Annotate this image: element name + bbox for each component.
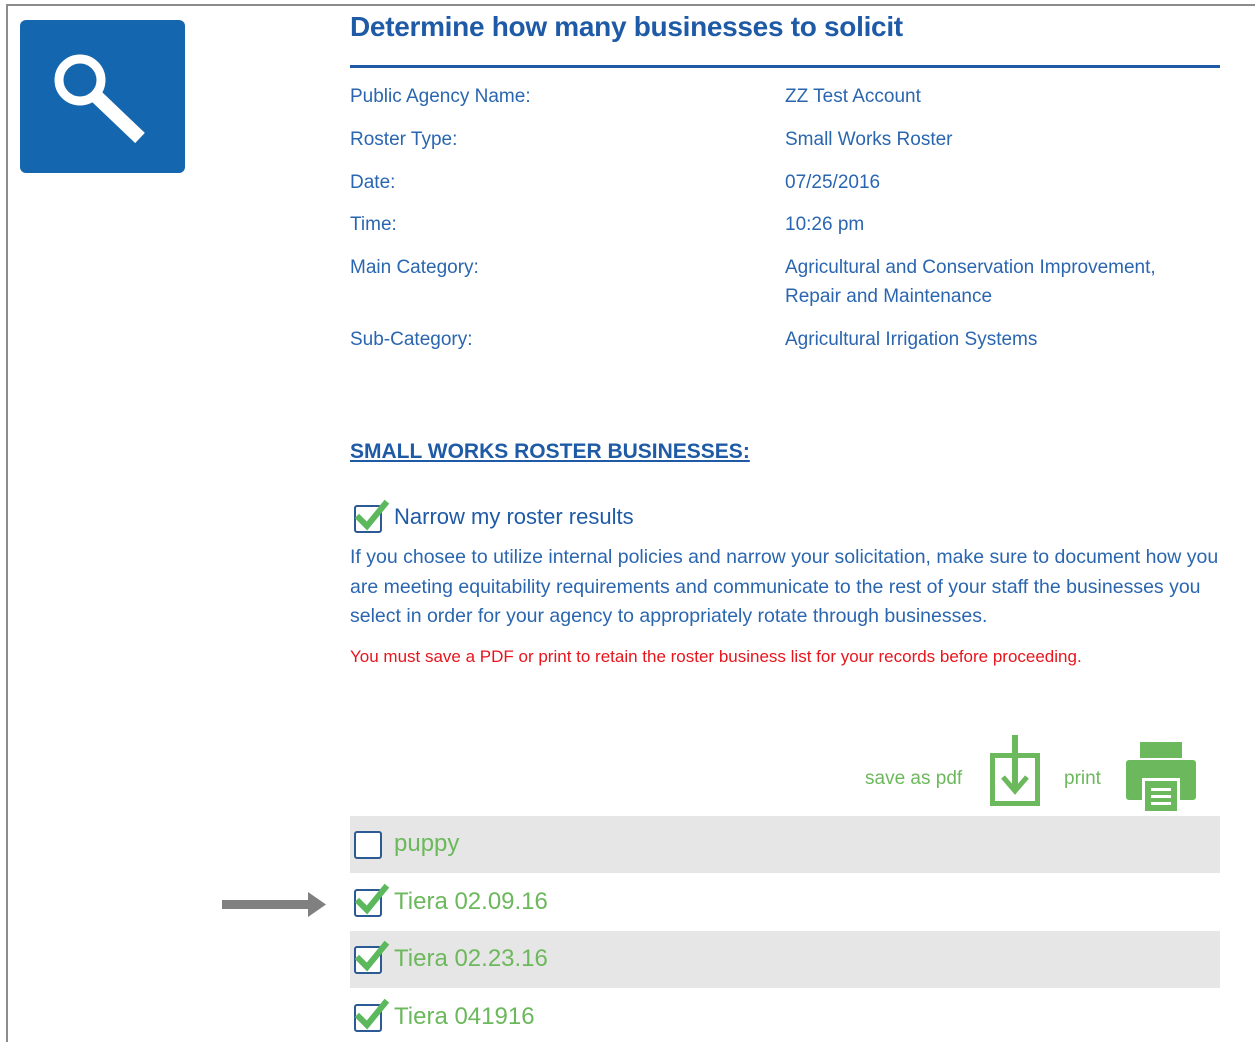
info-label: Time: bbox=[350, 214, 397, 235]
business-checkbox[interactable] bbox=[354, 940, 390, 974]
business-row[interactable]: Tiera 041916 bbox=[350, 989, 1220, 1042]
info-value: Agricultural Irrigation Systems bbox=[785, 329, 1038, 350]
checkmark-icon bbox=[354, 998, 390, 1030]
page-title: Determine how many businesses to solicit bbox=[350, 11, 903, 42]
save-pdf-link[interactable]: save as pdf bbox=[865, 768, 962, 790]
save-warning: You must save a PDF or print to retain t… bbox=[350, 647, 1082, 666]
printer-icon[interactable] bbox=[1126, 742, 1196, 814]
info-label: Public Agency Name: bbox=[350, 86, 531, 107]
business-checkbox[interactable] bbox=[354, 998, 390, 1032]
business-name: Tiera 02.23.16 bbox=[394, 945, 548, 972]
business-name: puppy bbox=[394, 830, 460, 857]
info-label: Main Category: bbox=[350, 257, 479, 278]
title-divider bbox=[350, 65, 1220, 68]
business-checkbox[interactable] bbox=[354, 883, 390, 917]
info-value: 10:26 pm bbox=[785, 214, 865, 235]
narrow-explanation: If you chosee to utilize internal polici… bbox=[350, 546, 1219, 627]
business-row[interactable]: puppy bbox=[350, 816, 1220, 873]
info-value: Agricultural and Conservation Improvemen… bbox=[785, 257, 1156, 307]
search-tile bbox=[20, 20, 185, 173]
info-value: Small Works Roster bbox=[785, 129, 953, 150]
info-label: Sub-Category: bbox=[350, 329, 473, 350]
search-icon bbox=[54, 54, 145, 144]
download-icon[interactable] bbox=[990, 735, 1042, 807]
business-checkbox[interactable] bbox=[354, 831, 382, 859]
checkmark-icon bbox=[354, 883, 390, 915]
pointer-arrow-icon bbox=[222, 892, 326, 917]
business-row[interactable]: Tiera 02.23.16 bbox=[350, 931, 1220, 988]
info-label: Roster Type: bbox=[350, 129, 458, 150]
narrow-results-label[interactable]: Narrow my roster results bbox=[394, 504, 634, 530]
print-link[interactable]: print bbox=[1064, 768, 1101, 790]
info-value: 07/25/2016 bbox=[785, 172, 881, 193]
roster-section-heading: SMALL WORKS ROSTER BUSINESSES: bbox=[350, 440, 750, 463]
info-value: ZZ Test Account bbox=[785, 86, 921, 107]
checkmark-icon bbox=[354, 940, 390, 972]
checkmark-icon bbox=[354, 499, 390, 531]
business-name: Tiera 041916 bbox=[394, 1003, 535, 1030]
narrow-results-checkbox[interactable] bbox=[354, 499, 390, 533]
business-name: Tiera 02.09.16 bbox=[394, 888, 548, 915]
business-row[interactable]: Tiera 02.09.16 bbox=[350, 874, 1220, 931]
info-label: Date: bbox=[350, 172, 396, 193]
